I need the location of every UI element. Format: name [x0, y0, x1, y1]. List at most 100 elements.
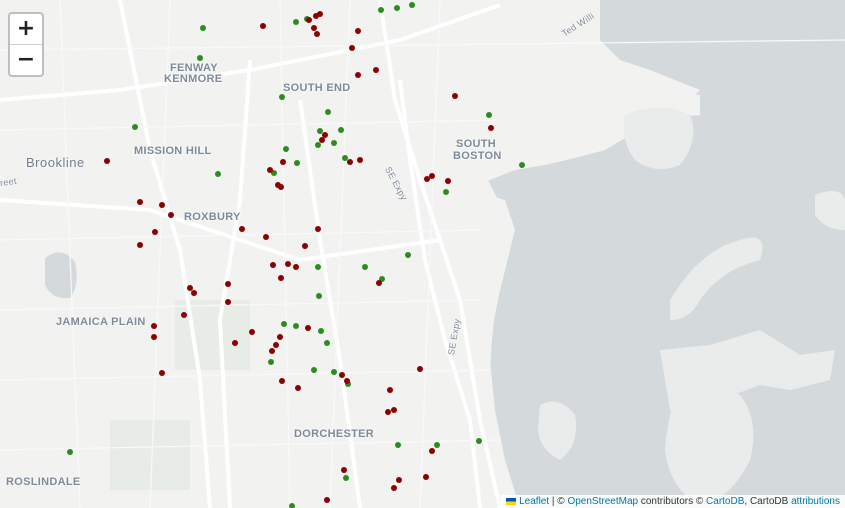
green-marker[interactable] — [519, 162, 525, 168]
red-marker[interactable] — [445, 178, 451, 184]
green-marker[interactable] — [476, 438, 482, 444]
green-marker[interactable] — [343, 475, 349, 481]
green-marker[interactable] — [293, 19, 299, 25]
green-marker[interactable] — [394, 5, 400, 11]
red-marker[interactable] — [357, 157, 363, 163]
red-marker[interactable] — [391, 407, 397, 413]
green-marker[interactable] — [294, 160, 300, 166]
green-marker[interactable] — [331, 140, 337, 146]
red-marker[interactable] — [295, 385, 301, 391]
green-marker[interactable] — [197, 55, 203, 61]
green-marker[interactable] — [315, 142, 321, 148]
red-marker[interactable] — [278, 184, 284, 190]
red-marker[interactable] — [181, 312, 187, 318]
attributions-link[interactable]: attributions — [791, 496, 840, 507]
green-marker[interactable] — [315, 264, 321, 270]
red-marker[interactable] — [293, 264, 299, 270]
green-marker[interactable] — [409, 2, 415, 8]
red-marker[interactable] — [137, 242, 143, 248]
red-marker[interactable] — [423, 474, 429, 480]
red-marker[interactable] — [225, 281, 231, 287]
zoom-in-button[interactable]: + — [10, 14, 42, 44]
green-marker[interactable] — [325, 109, 331, 115]
red-marker[interactable] — [344, 378, 350, 384]
red-marker[interactable] — [319, 137, 325, 143]
osm-link[interactable]: OpenStreetMap — [567, 496, 638, 507]
green-marker[interactable] — [486, 112, 492, 118]
red-marker[interactable] — [305, 325, 311, 331]
green-marker[interactable] — [289, 503, 295, 508]
red-marker[interactable] — [267, 167, 273, 173]
red-marker[interactable] — [341, 467, 347, 473]
green-marker[interactable] — [331, 369, 337, 375]
green-marker[interactable] — [395, 442, 401, 448]
zoom-out-button[interactable]: − — [10, 44, 42, 75]
red-marker[interactable] — [159, 370, 165, 376]
red-marker[interactable] — [273, 342, 279, 348]
map-container[interactable]: + − FENWAY KENMORE SOUTH END MISSION HIL… — [0, 0, 845, 508]
red-marker[interactable] — [232, 340, 238, 346]
red-marker[interactable] — [355, 72, 361, 78]
red-marker[interactable] — [349, 45, 355, 51]
red-marker[interactable] — [263, 234, 269, 240]
red-marker[interactable] — [151, 334, 157, 340]
green-marker[interactable] — [316, 293, 322, 299]
red-marker[interactable] — [137, 199, 143, 205]
red-marker[interactable] — [302, 243, 308, 249]
red-marker[interactable] — [159, 202, 165, 208]
green-marker[interactable] — [311, 367, 317, 373]
red-marker[interactable] — [355, 28, 361, 34]
red-marker[interactable] — [152, 229, 158, 235]
red-marker[interactable] — [317, 11, 323, 17]
red-marker[interactable] — [417, 366, 423, 372]
green-marker[interactable] — [405, 252, 411, 258]
leaflet-link[interactable]: Leaflet — [519, 496, 549, 507]
cartodb-link[interactable]: CartoDB — [706, 496, 744, 507]
green-marker[interactable] — [318, 328, 324, 334]
green-marker[interactable] — [324, 340, 330, 346]
red-marker[interactable] — [373, 67, 379, 73]
green-marker[interactable] — [268, 359, 274, 365]
green-marker[interactable] — [443, 189, 449, 195]
red-marker[interactable] — [385, 409, 391, 415]
red-marker[interactable] — [104, 158, 110, 164]
red-marker[interactable] — [339, 372, 345, 378]
red-marker[interactable] — [306, 17, 312, 23]
green-marker[interactable] — [67, 449, 73, 455]
green-marker[interactable] — [200, 25, 206, 31]
green-marker[interactable] — [338, 127, 344, 133]
green-marker[interactable] — [293, 323, 299, 329]
red-marker[interactable] — [315, 226, 321, 232]
red-marker[interactable] — [285, 261, 291, 267]
red-marker[interactable] — [260, 23, 266, 29]
red-marker[interactable] — [452, 93, 458, 99]
red-marker[interactable] — [396, 477, 402, 483]
red-marker[interactable] — [239, 226, 245, 232]
green-marker[interactable] — [434, 442, 440, 448]
red-marker[interactable] — [488, 125, 494, 131]
red-marker[interactable] — [151, 323, 157, 329]
red-marker[interactable] — [269, 348, 275, 354]
red-marker[interactable] — [277, 334, 283, 340]
red-marker[interactable] — [424, 176, 430, 182]
red-marker[interactable] — [324, 497, 330, 503]
green-marker[interactable] — [279, 94, 285, 100]
green-marker[interactable] — [215, 171, 221, 177]
red-marker[interactable] — [249, 329, 255, 335]
red-marker[interactable] — [314, 31, 320, 37]
red-marker[interactable] — [387, 387, 393, 393]
red-marker[interactable] — [347, 159, 353, 165]
green-marker[interactable] — [362, 264, 368, 270]
red-marker[interactable] — [278, 275, 284, 281]
red-marker[interactable] — [429, 448, 435, 454]
green-marker[interactable] — [132, 124, 138, 130]
red-marker[interactable] — [279, 378, 285, 384]
red-marker[interactable] — [191, 290, 197, 296]
red-marker[interactable] — [376, 280, 382, 286]
green-marker[interactable] — [378, 7, 384, 13]
red-marker[interactable] — [225, 299, 231, 305]
red-marker[interactable] — [391, 485, 397, 491]
red-marker[interactable] — [270, 262, 276, 268]
red-marker[interactable] — [280, 159, 286, 165]
green-marker[interactable] — [281, 321, 287, 327]
